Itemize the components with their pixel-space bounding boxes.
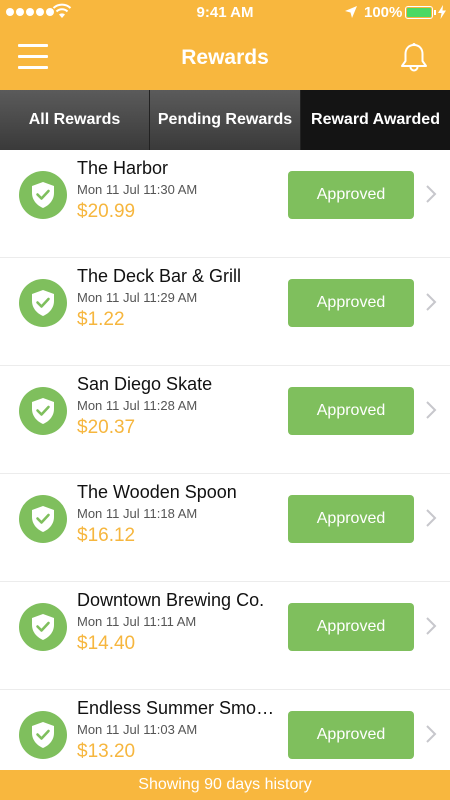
reward-amount: $13.20	[77, 741, 136, 762]
reward-row[interactable]: San Diego Skate Mon 11 Jul 11:28 AM $20.…	[0, 366, 450, 474]
merchant-name: San Diego Skate	[77, 374, 213, 394]
battery-icon	[405, 6, 436, 19]
page-title: Rewards	[181, 46, 269, 69]
approved-button[interactable]: Approved	[288, 387, 414, 435]
approved-button[interactable]: Approved	[288, 171, 414, 219]
reward-amount: $14.40	[77, 633, 136, 654]
reward-date: Mon 11 Jul 11:30 AM	[77, 182, 198, 197]
status-bar: 9:41 AM 100%	[0, 0, 450, 26]
chevron-right-icon	[426, 293, 437, 311]
approved-button[interactable]: Approved	[288, 279, 414, 327]
tab-all-rewards[interactable]: All Rewards	[0, 90, 150, 150]
chevron-right-icon	[426, 401, 437, 419]
shield-check-icon	[19, 279, 67, 327]
tab-reward-awarded[interactable]: Reward Awarded	[301, 90, 450, 150]
rewards-list: The Harbor Mon 11 Jul 11:30 AM $20.99 Ap…	[0, 150, 450, 798]
shield-check-icon	[19, 387, 67, 435]
reward-date: Mon 11 Jul 11:29 AM	[77, 290, 198, 305]
chevron-right-icon	[426, 509, 437, 527]
reward-row[interactable]: Downtown Brewing Co. Mon 11 Jul 11:11 AM…	[0, 582, 450, 690]
reward-row[interactable]: The Deck Bar & Grill Mon 11 Jul 11:29 AM…	[0, 258, 450, 366]
app-header: Rewards	[0, 26, 450, 90]
reward-tabs: All Rewards Pending Rewards Reward Award…	[0, 90, 450, 150]
reward-row[interactable]: The Harbor Mon 11 Jul 11:30 AM $20.99 Ap…	[0, 150, 450, 258]
approved-button[interactable]: Approved	[288, 495, 414, 543]
reward-row[interactable]: The Wooden Spoon Mon 11 Jul 11:18 AM $16…	[0, 474, 450, 582]
approved-button[interactable]: Approved	[288, 711, 414, 759]
battery-percentage: 100%	[364, 4, 403, 21]
merchant-name: The Harbor	[77, 158, 169, 178]
reward-date: Mon 11 Jul 11:11 AM	[77, 614, 197, 629]
bell-icon[interactable]	[398, 42, 430, 74]
shield-check-icon	[19, 171, 67, 219]
reward-date: Mon 11 Jul 11:28 AM	[77, 398, 198, 413]
reward-date: Mon 11 Jul 11:18 AM	[77, 506, 198, 521]
reward-amount: $20.99	[77, 201, 136, 222]
chevron-right-icon	[426, 725, 437, 743]
reward-amount: $1.22	[77, 309, 125, 330]
shield-check-icon	[19, 495, 67, 543]
chevron-right-icon	[426, 185, 437, 203]
merchant-name: Downtown Brewing Co.	[77, 590, 265, 610]
reward-amount: $20.37	[77, 417, 136, 438]
reward-amount: $16.12	[77, 525, 136, 546]
shield-check-icon	[19, 711, 67, 759]
merchant-name: Endless Summer Smoo…	[77, 698, 282, 718]
location-arrow-icon	[345, 6, 357, 18]
charging-bolt-icon	[438, 5, 446, 19]
app-header-background: 9:41 AM 100% Rewards	[0, 0, 450, 90]
chevron-right-icon	[426, 617, 437, 635]
approved-button[interactable]: Approved	[288, 603, 414, 651]
reward-date: Mon 11 Jul 11:03 AM	[77, 722, 198, 737]
merchant-name: The Deck Bar & Grill	[77, 266, 242, 286]
shield-check-icon	[19, 603, 67, 651]
tab-pending-rewards[interactable]: Pending Rewards	[150, 90, 301, 150]
merchant-name: The Wooden Spoon	[77, 482, 237, 502]
history-footer: Showing 90 days history	[0, 770, 450, 800]
